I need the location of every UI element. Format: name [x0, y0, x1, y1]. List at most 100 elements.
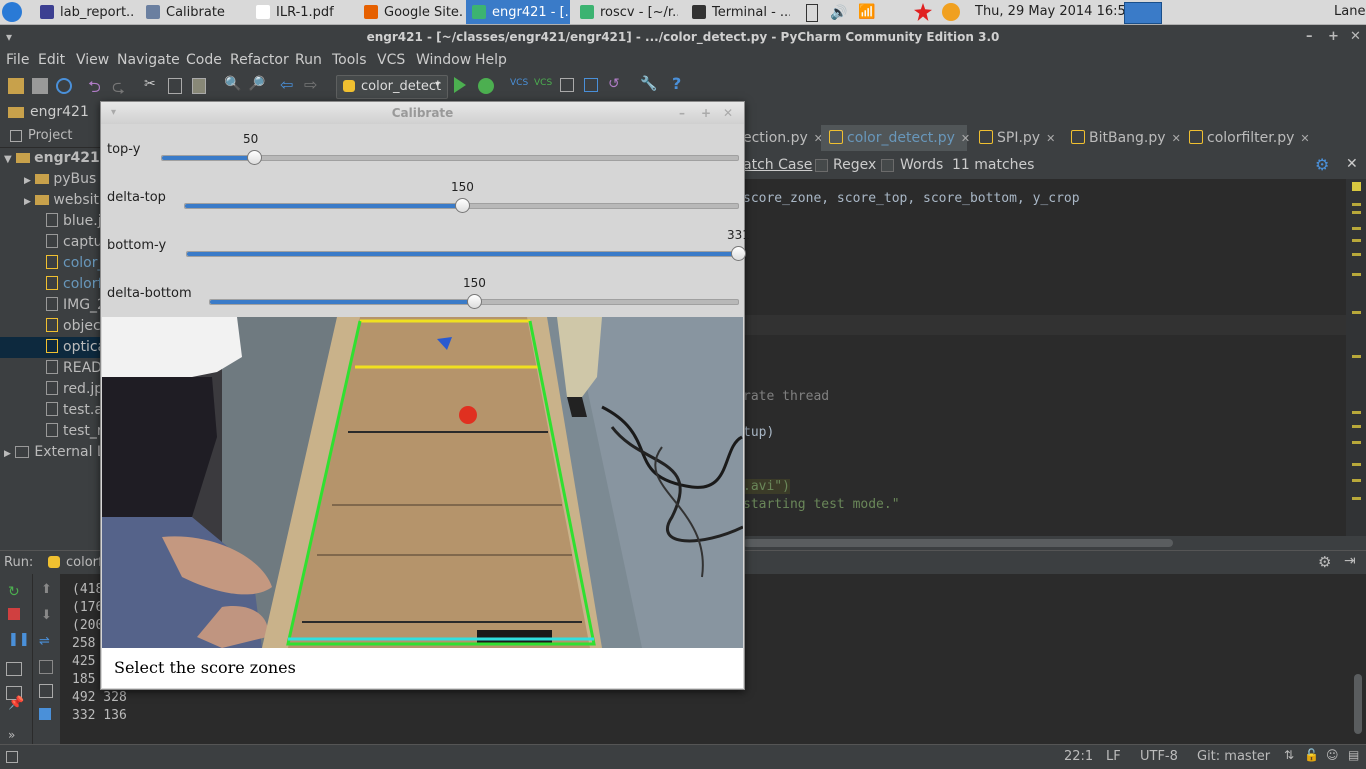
code-editor[interactable]: score_zone, score_top, score_bottom, y_c…: [743, 179, 1346, 536]
slider-handle[interactable]: [455, 198, 470, 213]
taskbar-item[interactable]: ILR-1.pdf: [250, 0, 352, 24]
close-tab-icon[interactable]: ✕: [961, 132, 970, 145]
vcs-update-icon[interactable]: VCS: [510, 78, 528, 94]
scroll-to-end-icon[interactable]: [39, 660, 53, 674]
volume-icon[interactable]: 🔊: [830, 5, 847, 21]
sync-icon[interactable]: [56, 78, 72, 94]
taskbar-item[interactable]: Calibrate: [140, 0, 244, 24]
calibrate-titlebar[interactable]: ▾ Calibrate – + ✕: [101, 102, 744, 124]
camera-image[interactable]: [102, 317, 743, 648]
close-icon[interactable]: ✕: [1350, 25, 1361, 49]
user-name[interactable]: Lane: [1334, 4, 1365, 19]
analysis-status-icon[interactable]: [1352, 182, 1361, 191]
help-icon[interactable]: ?: [672, 74, 688, 93]
run-tab-label[interactable]: colorf: [66, 555, 103, 570]
hide-panel-icon[interactable]: ⇥: [1344, 553, 1356, 569]
tree-item[interactable]: colorfi: [0, 274, 100, 295]
menu-code[interactable]: Code: [186, 52, 222, 68]
tree-item[interactable]: READM: [0, 358, 100, 379]
scroll-thumb[interactable]: [743, 539, 1173, 547]
tree-item[interactable]: red.jpg: [0, 379, 100, 400]
minimize-icon[interactable]: –: [1306, 25, 1313, 49]
tab-ection-py[interactable]: ection.py ✕: [743, 125, 823, 151]
menu-edit[interactable]: Edit: [38, 52, 65, 68]
words-label[interactable]: Words: [900, 157, 943, 173]
maximize-icon[interactable]: +: [701, 102, 711, 124]
vcs-compare-icon[interactable]: [560, 78, 574, 92]
taskbar-item[interactable]: engr421 - [...: [466, 0, 570, 24]
taskbar-item[interactable]: roscv - [~/r...: [574, 0, 678, 24]
menu-run[interactable]: Run: [295, 52, 322, 68]
down-arrow-icon[interactable]: ⬇: [41, 608, 52, 623]
maximize-icon[interactable]: +: [1328, 25, 1339, 49]
open-folder-icon[interactable]: [8, 78, 24, 94]
branch-switch-icon[interactable]: ⇅: [1284, 748, 1294, 762]
paste-icon[interactable]: [192, 78, 206, 94]
vcs-history-icon[interactable]: [584, 78, 598, 92]
print-icon[interactable]: [39, 684, 53, 698]
slider-handle[interactable]: [731, 246, 746, 261]
toggle-panels-icon[interactable]: [6, 751, 18, 763]
revert-icon[interactable]: ↺: [608, 76, 624, 92]
tab-bitbang-py[interactable]: BitBang.py ✕: [1063, 125, 1181, 151]
window-menu-icon[interactable]: ▾: [6, 25, 12, 49]
tree-external[interactable]: ▶ External L: [0, 442, 100, 463]
tree-item[interactable]: object: [0, 316, 100, 337]
horizontal-scrollbar[interactable]: [743, 536, 1366, 550]
regex-label[interactable]: Regex: [833, 157, 876, 173]
console-scrollbar[interactable]: [1350, 574, 1366, 744]
close-icon[interactable]: ✕: [723, 102, 733, 124]
slider-bottom-y[interactable]: [186, 246, 746, 261]
close-tab-icon[interactable]: ✕: [1046, 132, 1055, 145]
cut-icon[interactable]: ✂: [144, 76, 160, 92]
slider-delta-bottom[interactable]: [209, 294, 739, 309]
regex-checkbox[interactable]: [815, 159, 828, 172]
error-stripe[interactable]: [1346, 179, 1366, 536]
find-icon[interactable]: 🔍: [224, 76, 241, 92]
rerun-icon[interactable]: ↻: [8, 584, 20, 600]
menu-view[interactable]: View: [76, 52, 109, 68]
expand-icon[interactable]: »: [8, 728, 15, 742]
pause-icon[interactable]: ❚❚: [8, 632, 30, 647]
layout-icon[interactable]: [6, 662, 22, 676]
breadcrumb[interactable]: engr421: [30, 104, 89, 120]
tree-item[interactable]: test.av: [0, 400, 100, 421]
up-arrow-icon[interactable]: ⬆: [41, 582, 52, 597]
lock-icon[interactable]: 🔓: [1304, 748, 1319, 762]
vcs-commit-icon[interactable]: VCS: [534, 78, 552, 94]
tree-item[interactable]: captur: [0, 232, 100, 253]
project-header[interactable]: Project: [0, 125, 100, 148]
run-config-select[interactable]: color_detect ▾: [336, 75, 448, 99]
taskbar-item[interactable]: Google Site...: [358, 0, 462, 24]
slider-handle[interactable]: [247, 150, 262, 165]
tab-color-detect-py[interactable]: color_detect.py ✕: [821, 125, 970, 151]
forward-icon[interactable]: ⇨: [304, 75, 320, 94]
copy-icon[interactable]: [168, 78, 182, 94]
window-menu-icon[interactable]: ▾: [111, 102, 116, 124]
line-separator[interactable]: LF: [1106, 749, 1121, 764]
workspace-switcher[interactable]: [1124, 2, 1162, 24]
wifi-icon[interactable]: 📶: [858, 4, 875, 20]
menu-refactor[interactable]: Refactor: [230, 52, 289, 68]
menu-vcs[interactable]: VCS: [377, 52, 405, 68]
clear-trash-icon[interactable]: [39, 708, 51, 720]
tree-item[interactable]: test_r: [0, 421, 100, 442]
app-menu-icon[interactable]: [2, 2, 22, 22]
match-case-label[interactable]: atch Case: [743, 157, 812, 173]
slider-delta-top[interactable]: [184, 198, 739, 213]
save-icon[interactable]: [32, 78, 48, 94]
close-tab-icon[interactable]: ✕: [1172, 132, 1181, 145]
caret-position[interactable]: 22:1: [1064, 749, 1093, 764]
pin-icon[interactable]: 📌: [8, 696, 24, 711]
scroll-thumb[interactable]: [1354, 674, 1362, 734]
camera-frame[interactable]: [102, 317, 743, 648]
slider-top-y[interactable]: [161, 150, 739, 165]
debug-icon[interactable]: [478, 78, 494, 94]
replace-icon[interactable]: 🔎: [248, 76, 265, 92]
tree-item[interactable]: ▶ pyBus: [0, 169, 100, 190]
slider-handle[interactable]: [467, 294, 482, 309]
words-checkbox[interactable]: [881, 159, 894, 172]
menu-help[interactable]: Help: [475, 52, 507, 68]
tree-item[interactable]: blue.jp: [0, 211, 100, 232]
inspector-icon[interactable]: ☺: [1326, 748, 1339, 762]
